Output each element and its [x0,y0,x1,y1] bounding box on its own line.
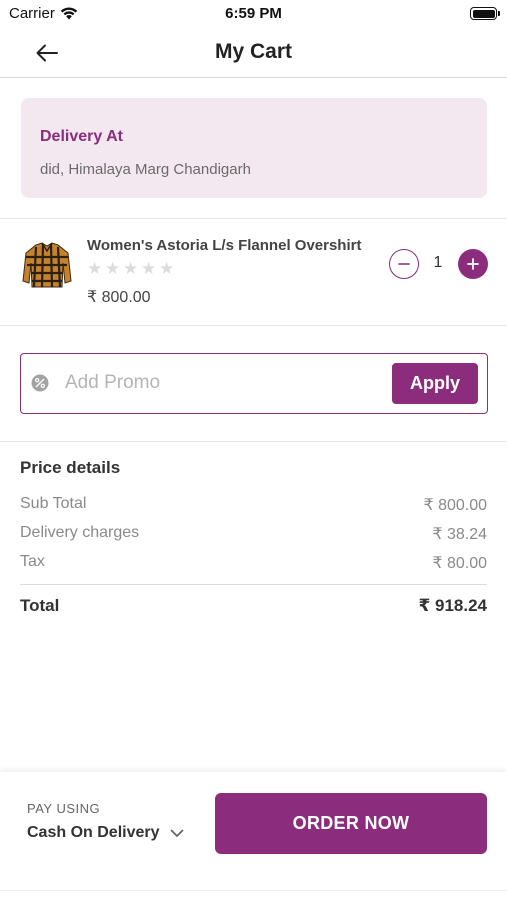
price-row-label: Delivery charges [20,524,140,541]
product-price: ₹ 800.00 [87,289,151,306]
star-icon: ★ [141,259,157,278]
pay-using-label: PAY USING [27,801,101,816]
promo-code-box: Apply [20,353,488,414]
price-row-label: Tax [20,553,45,570]
price-row-value: ₹ 38.24 [432,526,487,543]
star-icon: ★ [123,259,139,278]
divider [0,441,507,442]
delivery-address: did, Himalaya Marg Chandigarh [40,161,251,178]
chevron-down-icon [170,829,183,837]
home-indicator-area [0,890,507,900]
promo-input[interactable] [65,364,385,402]
star-icon: ★ [159,259,175,278]
delivery-address-card[interactable]: Delivery At did, Himalaya Marg Chandigar… [21,98,487,198]
price-row-subtotal: Sub Total ₹ 800.00 [20,495,487,515]
divider [20,584,487,585]
divider [0,325,507,326]
product-name[interactable]: Women's Astoria L/s Flannel Overshirt [87,237,361,254]
price-details: Price details Sub Total ₹ 800.00 Deliver… [20,458,487,615]
page-title: My Cart [214,40,293,63]
minus-icon [398,263,410,265]
star-icon: ★ [87,259,103,278]
price-row-total: Total ₹ 918.24 [20,596,487,616]
price-details-heading: Price details [20,458,121,477]
decrease-quantity-button[interactable] [389,249,419,279]
nav-bar: My Cart [0,28,507,78]
quantity-value: 1 [433,254,443,271]
increase-quantity-button[interactable] [458,249,488,279]
price-row-tax: Tax ₹ 80.00 [20,553,487,573]
apply-promo-button[interactable]: Apply [392,363,478,404]
promo-percent-icon [31,374,49,392]
total-label: Total [20,596,60,615]
payment-method-label: Cash On Delivery [27,824,160,841]
battery-icon [470,7,500,20]
star-icon: ★ [105,259,121,278]
product-rating: ★ ★ ★ ★ ★ [87,259,175,278]
checkout-footer: PAY USING Cash On Delivery ORDER NOW [0,772,507,900]
price-row-delivery: Delivery charges ₹ 38.24 [20,524,487,544]
product-image[interactable] [22,241,72,289]
status-bar: Carrier 6:59 PM [0,0,507,28]
plus-icon [467,258,479,270]
payment-method-selector[interactable]: Cash On Delivery [27,824,184,842]
status-time: 6:59 PM [225,5,282,22]
cart-item: Women's Astoria L/s Flannel Overshirt ★ … [0,219,507,325]
price-row-label: Sub Total [20,495,87,512]
order-now-button[interactable]: ORDER NOW [215,793,487,854]
delivery-title: Delivery At [40,128,123,145]
total-value: ₹ 918.24 [418,596,487,615]
price-row-value: ₹ 800.00 [423,497,487,514]
price-row-value: ₹ 80.00 [432,555,487,572]
